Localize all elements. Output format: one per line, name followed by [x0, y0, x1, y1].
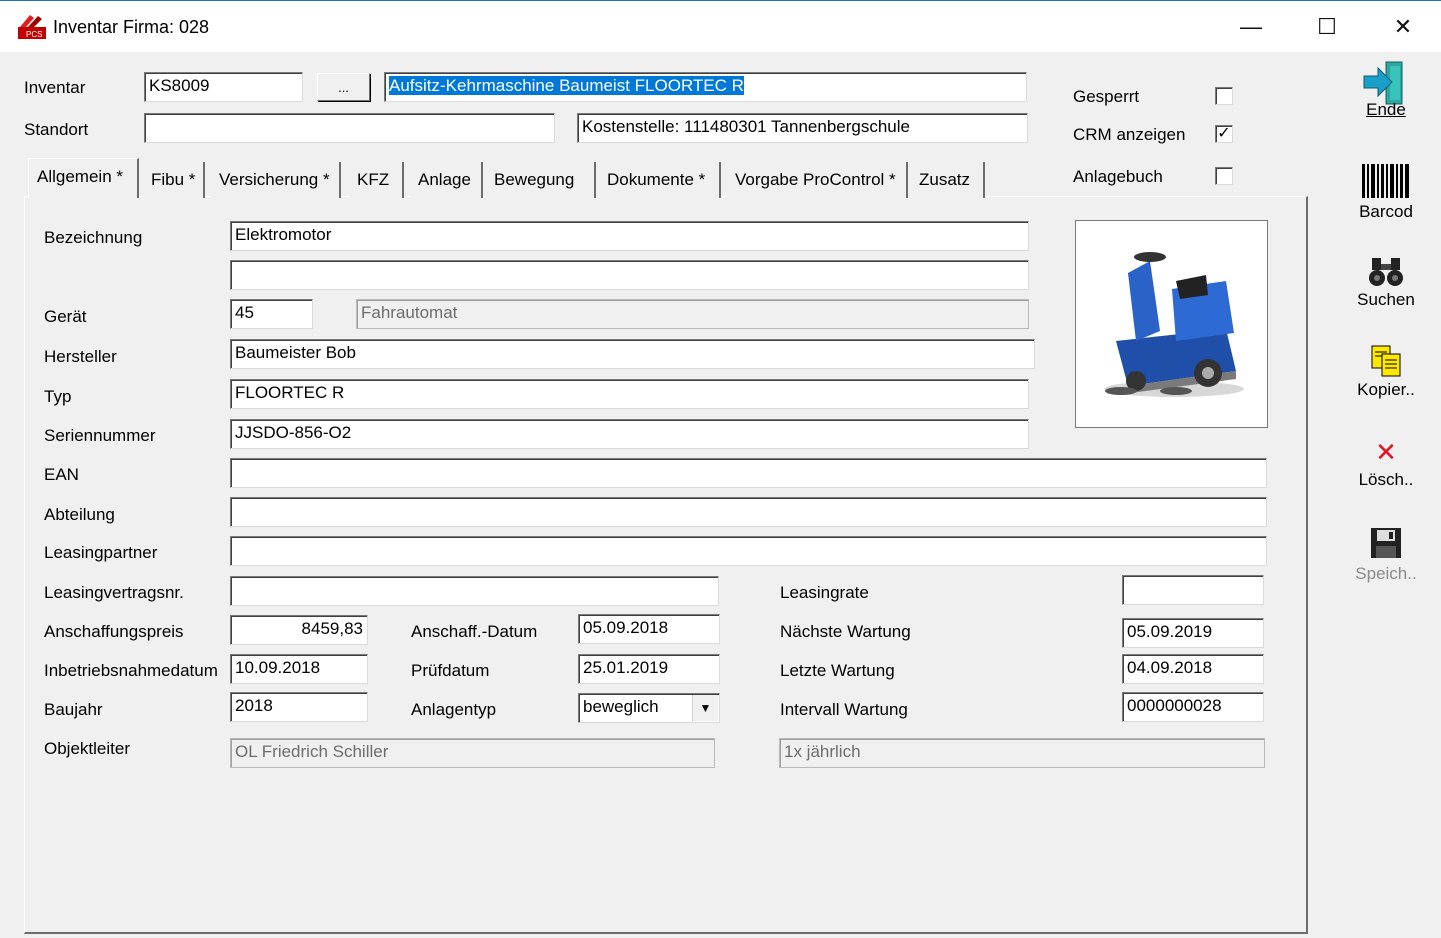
gesperrt-label: Gesperrt	[1073, 87, 1140, 106]
geraet-label: Gerät	[44, 307, 87, 326]
bezeichnung2-input[interactable]	[230, 260, 1029, 290]
baujahr-label: Baujahr	[44, 700, 103, 719]
objektleiter-label: Objektleiter	[44, 739, 130, 758]
intervall-text-field: 1x jährlich	[779, 738, 1265, 768]
window-title: Inventar Firma: 028	[53, 17, 210, 37]
binoculars-icon	[1350, 248, 1422, 288]
leasingrate-label: Leasingrate	[780, 583, 869, 602]
loeschen-button[interactable]: ✕ Lösch..	[1350, 428, 1422, 490]
typ-label: Typ	[44, 387, 72, 406]
title-bar: PCS Inventar Firma: 028 — ☐ ✕	[0, 0, 1441, 52]
kopieren-button[interactable]: Kopier..	[1350, 338, 1422, 400]
inventar-label: Inventar	[24, 78, 86, 97]
crm-checkbox[interactable]: ✓	[1215, 125, 1233, 143]
typ-input[interactable]: FLOORTEC R	[230, 379, 1029, 409]
ende-button[interactable]: Ende	[1350, 61, 1422, 120]
letzte-wartung-input[interactable]: 04.09.2018	[1122, 654, 1264, 684]
tab-dokumente[interactable]: Dokumente *	[599, 162, 721, 198]
tab-vorgabe-procontrol[interactable]: Vorgabe ProControl *	[727, 162, 908, 198]
objektleiter-field: OL Friedrich Schiller	[230, 738, 715, 768]
kostenstelle-input[interactable]: Kostenstelle: 111480301 Tannenbergschule	[577, 113, 1028, 143]
inventar-lookup-button[interactable]: ...	[317, 73, 370, 101]
ean-input[interactable]	[230, 458, 1267, 488]
tab-bewegung[interactable]: Bewegung	[486, 162, 596, 198]
maximize-button[interactable]: ☐	[1297, 1, 1357, 53]
tab-kfz[interactable]: KFZ	[349, 162, 404, 198]
equipment-photo[interactable]	[1075, 220, 1268, 428]
speichern-label: Speich..	[1355, 564, 1417, 583]
tab-allgemein[interactable]: Allgemein *	[28, 158, 139, 198]
delete-x-icon: ✕	[1375, 437, 1397, 467]
standort-label: Standort	[24, 120, 89, 139]
pruefdatum-input[interactable]: 25.01.2019	[578, 654, 720, 684]
anlagentyp-label: Anlagentyp	[411, 700, 497, 719]
inbetriebnahme-label: Inbetriebsnahmedatum	[44, 661, 218, 680]
intervall-wartung-label: Intervall Wartung	[780, 700, 908, 719]
pruefdatum-label: Prüfdatum	[411, 661, 490, 680]
leasingpartner-input[interactable]	[230, 536, 1267, 566]
anschaffungspreis-input[interactable]: 8459,83	[230, 615, 368, 645]
copy-icon	[1350, 338, 1422, 378]
seriennummer-label: Seriennummer	[44, 426, 156, 445]
ean-label: EAN	[44, 465, 79, 484]
tab-zusatz[interactable]: Zusatz	[911, 162, 985, 198]
gesperrt-checkbox[interactable]	[1215, 87, 1233, 105]
tab-versicherung[interactable]: Versicherung *	[211, 162, 341, 198]
kopieren-label: Kopier..	[1357, 380, 1415, 399]
loeschen-label: Lösch..	[1358, 470, 1414, 489]
sweeper-machine-image	[1104, 252, 1244, 397]
leasingvertragsnr-label: Leasingvertragsnr.	[44, 583, 184, 602]
minimize-button[interactable]: —	[1221, 1, 1281, 53]
speichern-button[interactable]: Speich..	[1350, 520, 1422, 584]
geraet-code-input[interactable]: 45	[230, 299, 313, 329]
floppy-disk-icon	[1350, 520, 1422, 560]
abteilung-input[interactable]	[230, 497, 1267, 527]
leasingrate-input[interactable]	[1122, 575, 1264, 605]
crm-label: CRM anzeigen	[1073, 125, 1186, 144]
leasingvertragsnr-input[interactable]	[230, 576, 719, 606]
suchen-label: Suchen	[1357, 290, 1415, 309]
suchen-button[interactable]: Suchen	[1350, 248, 1422, 310]
naechste-wartung-input[interactable]: 05.09.2019	[1122, 618, 1264, 648]
naechste-wartung-label: Nächste Wartung	[780, 622, 911, 641]
bezeichnung-label: Bezeichnung	[44, 228, 143, 247]
barcode-icon	[1350, 160, 1422, 200]
anschaff-datum-input[interactable]: 05.09.2018	[578, 614, 720, 644]
barcode-label: Barcod	[1359, 202, 1413, 221]
leasingpartner-label: Leasingpartner	[44, 543, 158, 562]
standort-input[interactable]	[144, 113, 555, 143]
anlagentyp-selected-value: beweglich	[583, 697, 659, 716]
anlagebuch-label: Anlagebuch	[1073, 167, 1163, 186]
hersteller-input[interactable]: Baumeister Bob	[230, 339, 1035, 369]
anlagentyp-select[interactable]: beweglich ▼	[578, 693, 720, 723]
svg-text:PCS: PCS	[26, 30, 42, 39]
description-selected-text: Aufsitz-Kehrmaschine Baumeist FLOORTEC R	[389, 76, 744, 95]
anlagebuch-checkbox[interactable]	[1215, 167, 1233, 185]
close-button[interactable]: ✕	[1373, 1, 1433, 53]
intervall-wartung-input[interactable]: 0000000028	[1122, 692, 1264, 722]
inbetriebnahme-input[interactable]: 10.09.2018	[230, 654, 368, 684]
hersteller-label: Hersteller	[44, 347, 117, 366]
anschaffungspreis-label: Anschaffungspreis	[44, 622, 184, 641]
bezeichnung-input[interactable]: Elektromotor	[230, 221, 1029, 251]
letzte-wartung-label: Letzte Wartung	[780, 661, 895, 680]
description-input[interactable]: Aufsitz-Kehrmaschine Baumeist FLOORTEC R	[384, 72, 1027, 102]
barcode-button[interactable]: Barcod	[1350, 160, 1422, 222]
geraet-name-field: Fahrautomat	[356, 299, 1029, 329]
baujahr-input[interactable]: 2018	[230, 692, 368, 722]
tab-anlage[interactable]: Anlage	[410, 162, 483, 198]
tab-fibu[interactable]: Fibu *	[143, 162, 205, 198]
app-logo-icon: PCS	[18, 15, 46, 39]
abteilung-label: Abteilung	[44, 505, 115, 524]
dropdown-arrow-icon[interactable]: ▼	[692, 695, 718, 721]
anschaff-datum-label: Anschaff.-Datum	[411, 622, 538, 641]
inventar-input[interactable]: KS8009	[144, 72, 303, 102]
seriennummer-input[interactable]: JJSDO-856-O2	[230, 419, 1029, 449]
